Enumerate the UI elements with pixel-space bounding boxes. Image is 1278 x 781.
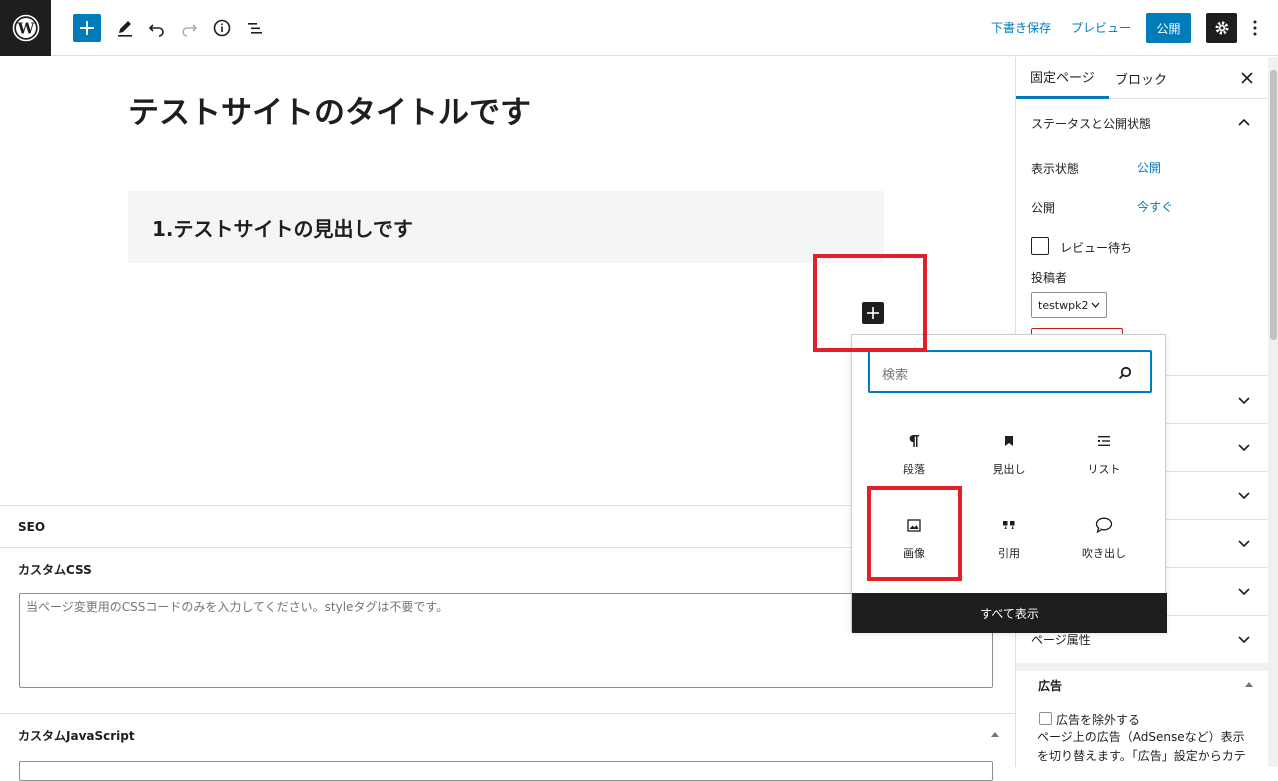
preview-button[interactable]: プレビュー <box>1071 19 1131 36</box>
custom-css-label: カスタムCSS <box>18 563 92 577</box>
save-draft-button[interactable]: 下書き保存 <box>991 19 1051 36</box>
redo-button[interactable] <box>175 14 203 42</box>
list-view-icon <box>248 23 262 34</box>
block-label: 見出し <box>992 463 1026 476</box>
undo-icon <box>148 24 164 37</box>
pending-review-label: レビュー待ち <box>1060 241 1133 255</box>
ads-exclude-label: 広告を除外する <box>1056 713 1141 727</box>
search-icon <box>1116 364 1134 382</box>
chevron-down-icon[interactable] <box>1236 584 1252 600</box>
heading-block[interactable]: 1.テストサイトの見出しです <box>128 191 884 263</box>
block-paragraph[interactable]: 段落 <box>869 419 959 491</box>
block-label: リスト <box>1087 463 1121 476</box>
quote-icon <box>997 513 1021 537</box>
info-icon <box>213 19 231 37</box>
author-select-value: testwpk2 <box>1038 298 1089 312</box>
ads-description: ページ上の広告（AdSenseなど）表示を切り替えます。「広告」設定からカテ <box>1037 730 1246 763</box>
paragraph-icon <box>902 429 926 453</box>
add-block-button[interactable] <box>73 14 101 42</box>
gear-icon <box>1215 21 1228 35</box>
seo-label: SEO <box>18 520 46 534</box>
publish-date-label: 公開 <box>1031 201 1056 215</box>
block-label: 画像 <box>903 547 925 560</box>
speech-bubble-icon <box>1092 513 1116 537</box>
custom-js-metabox: カスタムJavaScript <box>0 714 1015 781</box>
chevron-down-icon <box>1091 302 1100 308</box>
panel-divider <box>1016 663 1269 671</box>
close-sidebar-button[interactable] <box>1234 65 1260 91</box>
plus-icon <box>867 307 879 319</box>
undo-button[interactable] <box>143 14 171 42</box>
chevron-down-icon[interactable] <box>1236 632 1252 648</box>
plus-icon <box>80 21 94 35</box>
visibility-value[interactable]: 公開 <box>1137 159 1161 176</box>
block-label: 引用 <box>998 547 1020 560</box>
editor-toolbar: W 下書き保存 プレビュー 公開 <box>0 0 1278 56</box>
block-heading[interactable]: 見出し <box>964 419 1054 491</box>
block-search-input[interactable]: 検索 <box>868 350 1152 393</box>
bookmark-icon <box>997 429 1021 453</box>
inline-add-block-button[interactable] <box>862 302 884 324</box>
block-image[interactable]: 画像 <box>869 503 959 575</box>
chevron-down-icon[interactable] <box>1236 488 1252 504</box>
custom-js-textarea[interactable] <box>19 761 993 781</box>
author-label: 投稿者 <box>1031 271 1068 285</box>
custom-js-label: カスタムJavaScript <box>18 729 135 743</box>
publish-date-value[interactable]: 今すぐ <box>1137 198 1173 215</box>
show-all-blocks-button[interactable]: すべて表示 <box>852 593 1167 633</box>
vertical-ellipsis-icon <box>1253 20 1257 36</box>
details-button[interactable] <box>208 14 236 42</box>
collapse-arrow-icon[interactable] <box>990 730 1000 738</box>
redo-icon <box>182 24 198 37</box>
block-inserter-popover: 検索 段落 見出し リスト 画像 引用 吹き出し すべて表示 <box>851 334 1167 633</box>
ads-title[interactable]: 広告 <box>1038 677 1062 694</box>
heading-text[interactable]: 1.テストサイトの見出しです <box>152 213 413 242</box>
tab-block[interactable]: ブロック <box>1115 57 1167 99</box>
chevron-down-icon[interactable] <box>1236 440 1252 456</box>
pending-review-checkbox[interactable] <box>1031 237 1049 255</box>
sidebar-tabs: 固定ページ ブロック <box>1016 57 1269 99</box>
svg-text:W: W <box>16 20 35 38</box>
chevron-down-icon[interactable] <box>1236 536 1252 552</box>
more-options-button[interactable] <box>1246 14 1264 42</box>
status-panel-title[interactable]: ステータスと公開状態 <box>1031 115 1151 132</box>
sidebar-scroll-thumb[interactable] <box>1270 70 1277 340</box>
tools-button[interactable] <box>111 14 139 42</box>
collapse-arrow-icon[interactable] <box>1244 680 1254 688</box>
list-icon <box>1092 429 1116 453</box>
ads-exclude-checkbox[interactable] <box>1039 712 1052 725</box>
settings-button[interactable] <box>1206 13 1237 43</box>
visibility-label: 表示状態 <box>1031 162 1080 176</box>
image-icon <box>902 513 926 537</box>
chevron-up-icon[interactable] <box>1236 114 1252 130</box>
page-title[interactable]: テストサイトのタイトルです <box>128 87 531 132</box>
pencil-icon <box>118 21 132 37</box>
list-view-button[interactable] <box>241 14 269 42</box>
block-label: 段落 <box>903 463 925 476</box>
search-placeholder: 検索 <box>882 368 909 383</box>
custom-css-textarea[interactable]: 当ページ変更用のCSSコードのみを入力してください。styleタグは不要です。 <box>19 593 993 688</box>
tab-page[interactable]: 固定ページ <box>1016 57 1109 99</box>
block-quote[interactable]: 引用 <box>964 503 1054 575</box>
block-list[interactable]: リスト <box>1059 419 1149 491</box>
block-speech-bubble[interactable]: 吹き出し <box>1059 503 1149 575</box>
publish-button[interactable]: 公開 <box>1146 13 1191 43</box>
block-label: 吹き出し <box>1082 547 1126 560</box>
chevron-down-icon[interactable] <box>1236 393 1252 409</box>
close-icon <box>1241 72 1253 84</box>
author-select[interactable]: testwpk2 <box>1031 292 1107 318</box>
page-attributes-title[interactable]: ページ属性 <box>1031 631 1091 648</box>
wordpress-logo-icon[interactable]: W <box>0 0 51 56</box>
